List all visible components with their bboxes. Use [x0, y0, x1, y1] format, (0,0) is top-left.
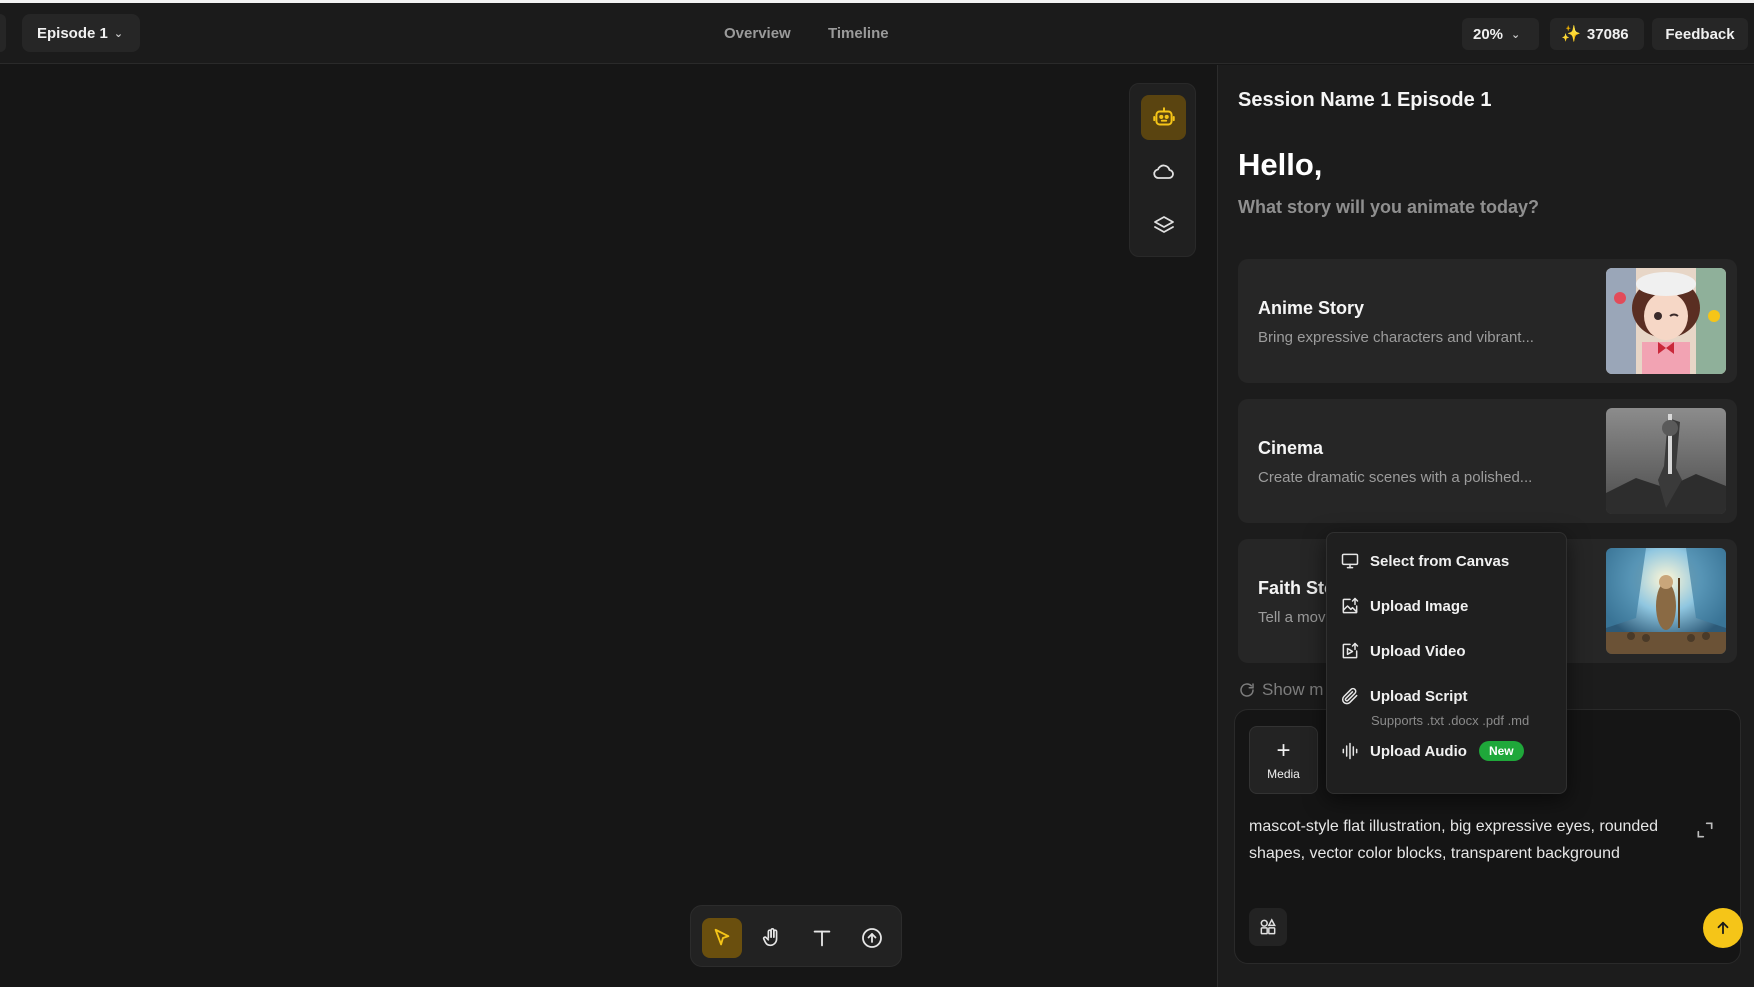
template-card-cinema[interactable]: Cinema Create dramatic scenes with a pol… — [1238, 399, 1737, 523]
anime-thumbnail — [1606, 268, 1726, 374]
session-title: Session Name 1 Episode 1 — [1238, 89, 1492, 111]
video-upload-icon — [1342, 642, 1359, 659]
card-title: Faith Sto — [1258, 578, 1335, 598]
expand-icon[interactable] — [1695, 820, 1715, 845]
audio-wave-icon — [1342, 742, 1358, 760]
plus-icon: + — [1276, 737, 1291, 764]
cloud-icon[interactable] — [1141, 149, 1186, 194]
card-desc: Bring expressive characters and vibrant.… — [1258, 329, 1534, 346]
credits-badge[interactable]: ✨ 37086 — [1550, 18, 1644, 50]
tab-timeline[interactable]: Timeline — [828, 25, 889, 42]
select-arrow-icon[interactable] — [702, 918, 742, 958]
hand-icon[interactable] — [752, 918, 792, 958]
chevron-down-icon: ⌄ — [1511, 28, 1521, 41]
paperclip-icon — [1341, 687, 1358, 705]
template-card-anime[interactable]: Anime Story Bring expressive characters … — [1238, 259, 1737, 383]
menu-item-upload-image[interactable]: Upload Image — [1340, 596, 1468, 616]
sparkle-icon: ✨ — [1561, 26, 1581, 43]
monitor-icon — [1341, 553, 1359, 569]
menu-item-label: Upload Script — [1370, 687, 1468, 705]
new-badge: New — [1478, 741, 1524, 761]
top-bar: Episode 1 ⌄ Overview Timeline 20% ⌄ ✨ 37… — [0, 3, 1754, 64]
cinema-thumbnail — [1606, 408, 1726, 514]
menu-item-select-from-canvas[interactable]: Select from Canvas — [1340, 551, 1509, 571]
card-desc: Create dramatic scenes with a polished..… — [1258, 469, 1533, 486]
greeting-subtitle: What story will you animate today? — [1238, 197, 1540, 217]
menu-item-label: Select from Canvas — [1370, 552, 1510, 570]
prompt-input[interactable]: mascot-style flat illustration, big expr… — [1249, 813, 1669, 867]
show-more-button[interactable]: Show m — [1238, 680, 1323, 700]
media-button[interactable]: + Media — [1249, 726, 1318, 794]
menu-item-label: Upload Image — [1370, 597, 1469, 615]
episode-selector[interactable]: Episode 1 ⌄ — [22, 14, 140, 52]
menu-item-upload-audio[interactable]: Upload Audio New — [1340, 741, 1524, 761]
style-presets-icon[interactable] — [1249, 908, 1287, 946]
robot-icon[interactable] — [1141, 95, 1186, 140]
side-toolbar — [1129, 83, 1196, 257]
collapsed-menu-edge[interactable] — [0, 14, 6, 52]
menu-item-upload-script[interactable]: Upload Script — [1340, 686, 1468, 706]
faith-thumbnail — [1606, 548, 1726, 654]
card-title: Anime Story — [1258, 298, 1365, 318]
image-upload-icon — [1342, 597, 1359, 614]
menu-item-upload-video[interactable]: Upload Video — [1340, 641, 1466, 661]
bottom-toolbar — [690, 905, 902, 967]
card-desc: Tell a mov — [1258, 609, 1326, 626]
menu-item-label: Upload Audio — [1370, 742, 1467, 760]
media-label: Media — [1267, 767, 1300, 781]
show-more-label: Show m — [1262, 680, 1324, 699]
send-button[interactable] — [1703, 908, 1743, 948]
zoom-selector[interactable]: 20% ⌄ — [1462, 18, 1539, 50]
assistant-panel: Session Name 1 Episode 1 Hello, What sto… — [1217, 65, 1754, 987]
media-dropdown-menu: Select from Canvas Upload Image Upload V… — [1326, 532, 1567, 794]
card-title: Cinema — [1258, 438, 1324, 458]
canvas-area[interactable] — [0, 65, 1216, 987]
script-format-hint: Supports .txt .docx .pdf .md — [1371, 713, 1530, 728]
menu-item-label: Upload Video — [1370, 642, 1466, 660]
chevron-down-icon: ⌄ — [113, 27, 124, 40]
tab-overview[interactable]: Overview — [724, 25, 791, 42]
greeting: Hello, — [1238, 147, 1323, 182]
zoom-value: 20% — [1473, 25, 1504, 43]
layers-icon[interactable] — [1141, 203, 1186, 248]
text-icon[interactable] — [802, 918, 842, 958]
arrow-up-icon — [1717, 921, 1729, 935]
episode-label: Episode 1 — [37, 24, 108, 42]
upload-icon[interactable] — [852, 918, 892, 958]
refresh-icon — [1240, 683, 1254, 697]
credits-value: 37086 — [1586, 25, 1629, 43]
feedback-button[interactable]: Feedback — [1652, 18, 1748, 50]
